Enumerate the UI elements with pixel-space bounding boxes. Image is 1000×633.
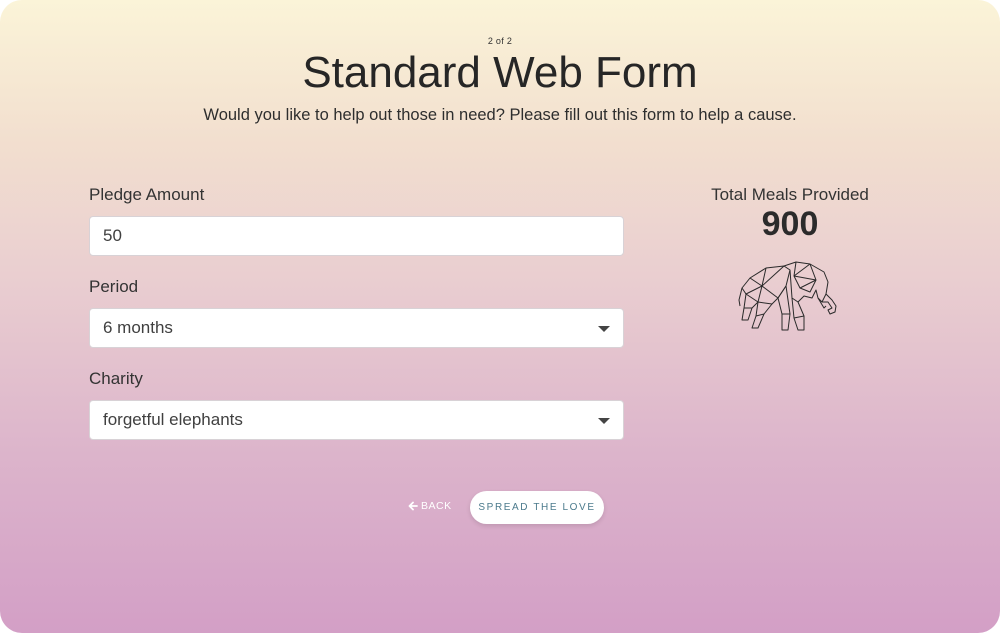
elephant-icon [738,261,837,331]
charity-selected-value: forgetful elephants [103,410,243,429]
spread-the-love-label: SPREAD THE LOVE [478,502,596,513]
back-button-label: BACK [421,500,452,512]
chevron-down-icon [598,326,610,332]
pledge-amount-input[interactable]: 50 [89,216,624,256]
period-selected-value: 6 months [103,318,173,337]
page-subtitle: Would you like to help out those in need… [203,106,797,124]
meals-count: 900 [761,205,819,243]
pledge-amount-label: Pledge Amount [89,185,205,204]
pledge-amount-value: 50 [103,226,122,245]
meals-label: Total Meals Provided [711,185,869,204]
spread-the-love-button[interactable]: SPREAD THE LOVE [470,491,604,524]
charity-label: Charity [89,369,143,388]
arrow-left-icon [408,501,418,511]
period-select[interactable]: 6 months [89,308,624,348]
form-card: 2 of 2 Standard Web Form Would you like … [0,0,1000,633]
page-title: Standard Web Form [302,48,698,97]
chevron-down-icon [598,418,610,424]
period-label: Period [89,277,139,296]
step-indicator: 2 of 2 [487,36,513,46]
back-button[interactable]: BACK [408,500,452,512]
charity-select[interactable]: forgetful elephants [89,400,624,440]
